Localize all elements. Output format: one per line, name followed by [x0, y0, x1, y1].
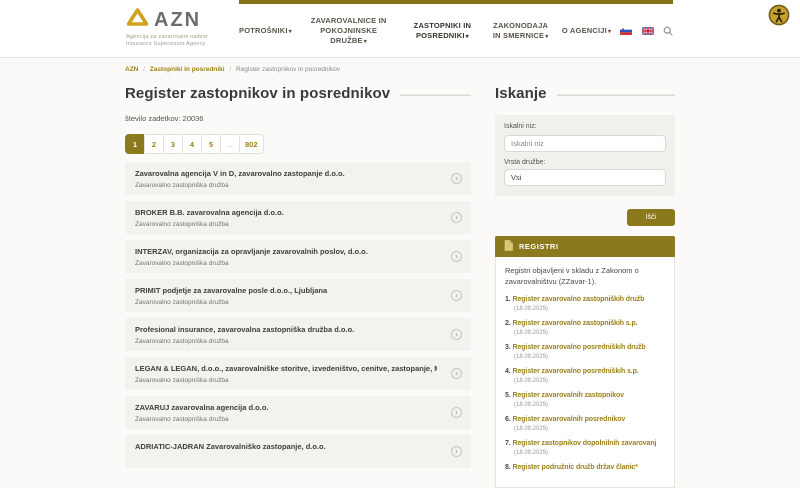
chevron-down-icon: ▾ [363, 38, 367, 45]
nav-item-zastopniki[interactable]: ZASTOPNIKI IN POSREDNIKI▾ [405, 21, 479, 42]
company-type-label: Vrsta družbe: [504, 159, 546, 166]
register-date: (18.09.2025) [514, 426, 549, 432]
search-icon[interactable] [663, 26, 673, 36]
pagination-page-2[interactable]: 2 [144, 134, 164, 154]
chevron-right-icon: › [451, 290, 462, 301]
accessibility-button[interactable] [768, 4, 790, 26]
document-icon [504, 240, 513, 253]
register-link[interactable]: Register zavarovalnih posrednikov [513, 416, 626, 423]
registri-intro: Registri objavljeni v skladu z Zakonom o… [505, 266, 639, 286]
pagination-page-802[interactable]: 802 [239, 134, 264, 154]
list-item[interactable]: BROKER B.B. zavarovalna agencija d.o.o. … [125, 201, 471, 234]
register-link[interactable]: Register podružnic družb držav članic* [513, 464, 638, 471]
breadcrumb-current: Register zastopnikov in posrednikov [236, 66, 341, 73]
register-date: (18.09.2025) [514, 402, 549, 408]
breadcrumb: AZN / Zastopniki in posredniki / Registe… [125, 66, 675, 73]
chevron-right-icon: › [451, 173, 462, 184]
register-link[interactable]: Register zavarovalno posredniških družb [513, 344, 646, 351]
heading-decoration-line [556, 94, 675, 96]
logo-acronym: AZN [154, 8, 202, 31]
register-date: (18.09.2025) [514, 354, 549, 360]
list-item[interactable]: LEGAN & LEGAN, d.o.o., zavarovalniške st… [125, 357, 471, 390]
register-link-item: 6. Register zavarovalnih posrednikov (18… [505, 415, 666, 432]
breadcrumb-separator: / [229, 66, 232, 73]
breadcrumb-link-section[interactable]: Zastopniki in posredniki [150, 66, 225, 73]
register-link-item: 2. Register zavarovalno zastopniških s.p… [505, 319, 666, 336]
search-section-title: Iskanje [495, 85, 547, 102]
register-link-item: 1. Register zavarovalno zastopniških dru… [505, 295, 666, 312]
register-link[interactable]: Register zavarovalno zastopniških družb [513, 296, 645, 303]
pagination-page-1[interactable]: 1 [125, 134, 145, 154]
registri-title: REGISTRI [519, 242, 559, 251]
list-item[interactable]: PRIMIT podjetje za zavarovalne posle d.o… [125, 279, 471, 312]
logo-tagline-sl: Agencija za zavarovalni nadzor [126, 34, 209, 40]
list-item[interactable]: Profesional insurance, zavarovalna zasto… [125, 318, 471, 351]
uk-flag-icon[interactable] [641, 27, 654, 35]
nav-item-o-agenciji[interactable]: O AGENCIJI▾ [562, 26, 611, 37]
pagination-page-4[interactable]: 4 [182, 134, 202, 154]
chevron-down-icon: ▾ [288, 28, 292, 35]
search-form: Iskalni niz: Vrsta družbe: Vsi [495, 115, 675, 196]
site-header: AZN Agencija za zavarovalni nadzor Insur… [0, 0, 800, 58]
register-date: (18.09.2025) [514, 330, 549, 336]
registri-header: REGISTRI [495, 236, 675, 257]
logo-tagline-en: Insurance Supervision Agency [126, 41, 206, 47]
register-date: (18.09.2025) [514, 378, 549, 384]
register-link-item: 7. Register zastopnikov dopolnilnih zava… [505, 439, 666, 456]
results-count: število zadetkov: 20036 [125, 114, 204, 123]
pagination-page-3[interactable]: 3 [163, 134, 183, 154]
register-date: (18.09.2025) [514, 450, 549, 456]
nav-item-zakonodaja[interactable]: ZAKONODAJA IN SMERNICE▾ [489, 21, 553, 42]
search-input[interactable] [504, 135, 666, 152]
chevron-right-icon: › [451, 446, 462, 457]
main-nav: POTROŠNIKI▾ ZAVAROVALNICE IN POKOJNINSKE… [239, 4, 673, 58]
breadcrumb-separator: / [143, 66, 145, 73]
chevron-right-icon: › [451, 329, 462, 340]
chevron-down-icon: ▾ [607, 28, 612, 35]
chevron-right-icon: › [451, 407, 462, 418]
search-submit-button[interactable]: Išči [626, 209, 675, 226]
gold-triangle-logo-icon [126, 7, 149, 32]
chevron-right-icon: › [451, 251, 462, 262]
list-item[interactable]: ADRIATIC-JADRAN Zavarovalniško zastopanj… [125, 435, 471, 468]
chevron-down-icon: ▾ [465, 33, 469, 40]
slovenia-flag-icon[interactable] [620, 27, 633, 35]
nav-item-zavarovalnice[interactable]: ZAVAROVALNICE IN POKOJNINSKE DRUŽBE▾ [301, 16, 396, 47]
page-title: Register zastopnikov in posrednikov [125, 85, 391, 102]
list-item[interactable]: ZAVARUJ zavarovalna agencija d.o.o. Zava… [125, 396, 471, 429]
chevron-down-icon: ▾ [545, 33, 549, 40]
register-link-item: 8. Register podružnic družb držav članic… [505, 464, 638, 471]
registri-panel: REGISTRI Registri objavljeni v skladu z … [495, 236, 675, 488]
register-link-item: 4. Register zavarovalno posredniških s.p… [505, 367, 666, 384]
list-item[interactable]: INTERZAV, organizacija za opravljanje za… [125, 240, 471, 273]
register-link[interactable]: Register zavarovalnih zastopnikov [513, 392, 625, 399]
register-link[interactable]: Register zavarovalno zastopniških s.p. [513, 320, 638, 327]
chevron-right-icon: › [451, 368, 462, 379]
pagination-page-5[interactable]: 5 [201, 134, 221, 154]
register-link[interactable]: Register zastopnikov dopolnilnih zavarov… [513, 440, 657, 447]
list-item[interactable]: Zavarovalna agencija V in D, zavarovalno… [125, 162, 471, 195]
register-link[interactable]: Register zavarovalno posredniških s.p. [513, 368, 639, 375]
company-type-select[interactable]: Vsi [504, 169, 666, 186]
chevron-right-icon: › [451, 212, 462, 223]
azn-logo[interactable]: AZN Agencija za zavarovalni nadzor Insur… [126, 7, 208, 47]
results-list: Zavarovalna agencija V in D, zavarovalno… [125, 162, 471, 468]
breadcrumb-link-home[interactable]: AZN [125, 66, 138, 73]
register-date: (18.09.2025) [514, 306, 549, 312]
pagination: 1 2 3 4 5 ... 802 [125, 134, 264, 154]
register-link-item: 3. Register zavarovalno posredniških dru… [505, 343, 666, 360]
nav-item-potrosniki[interactable]: POTROŠNIKI▾ [239, 26, 292, 37]
query-label: Iskalni niz: [504, 123, 537, 130]
pagination-ellipsis: ... [220, 134, 240, 154]
register-link-item: 5. Register zavarovalnih zastopnikov (18… [505, 391, 666, 408]
heading-decoration-line [400, 94, 471, 96]
